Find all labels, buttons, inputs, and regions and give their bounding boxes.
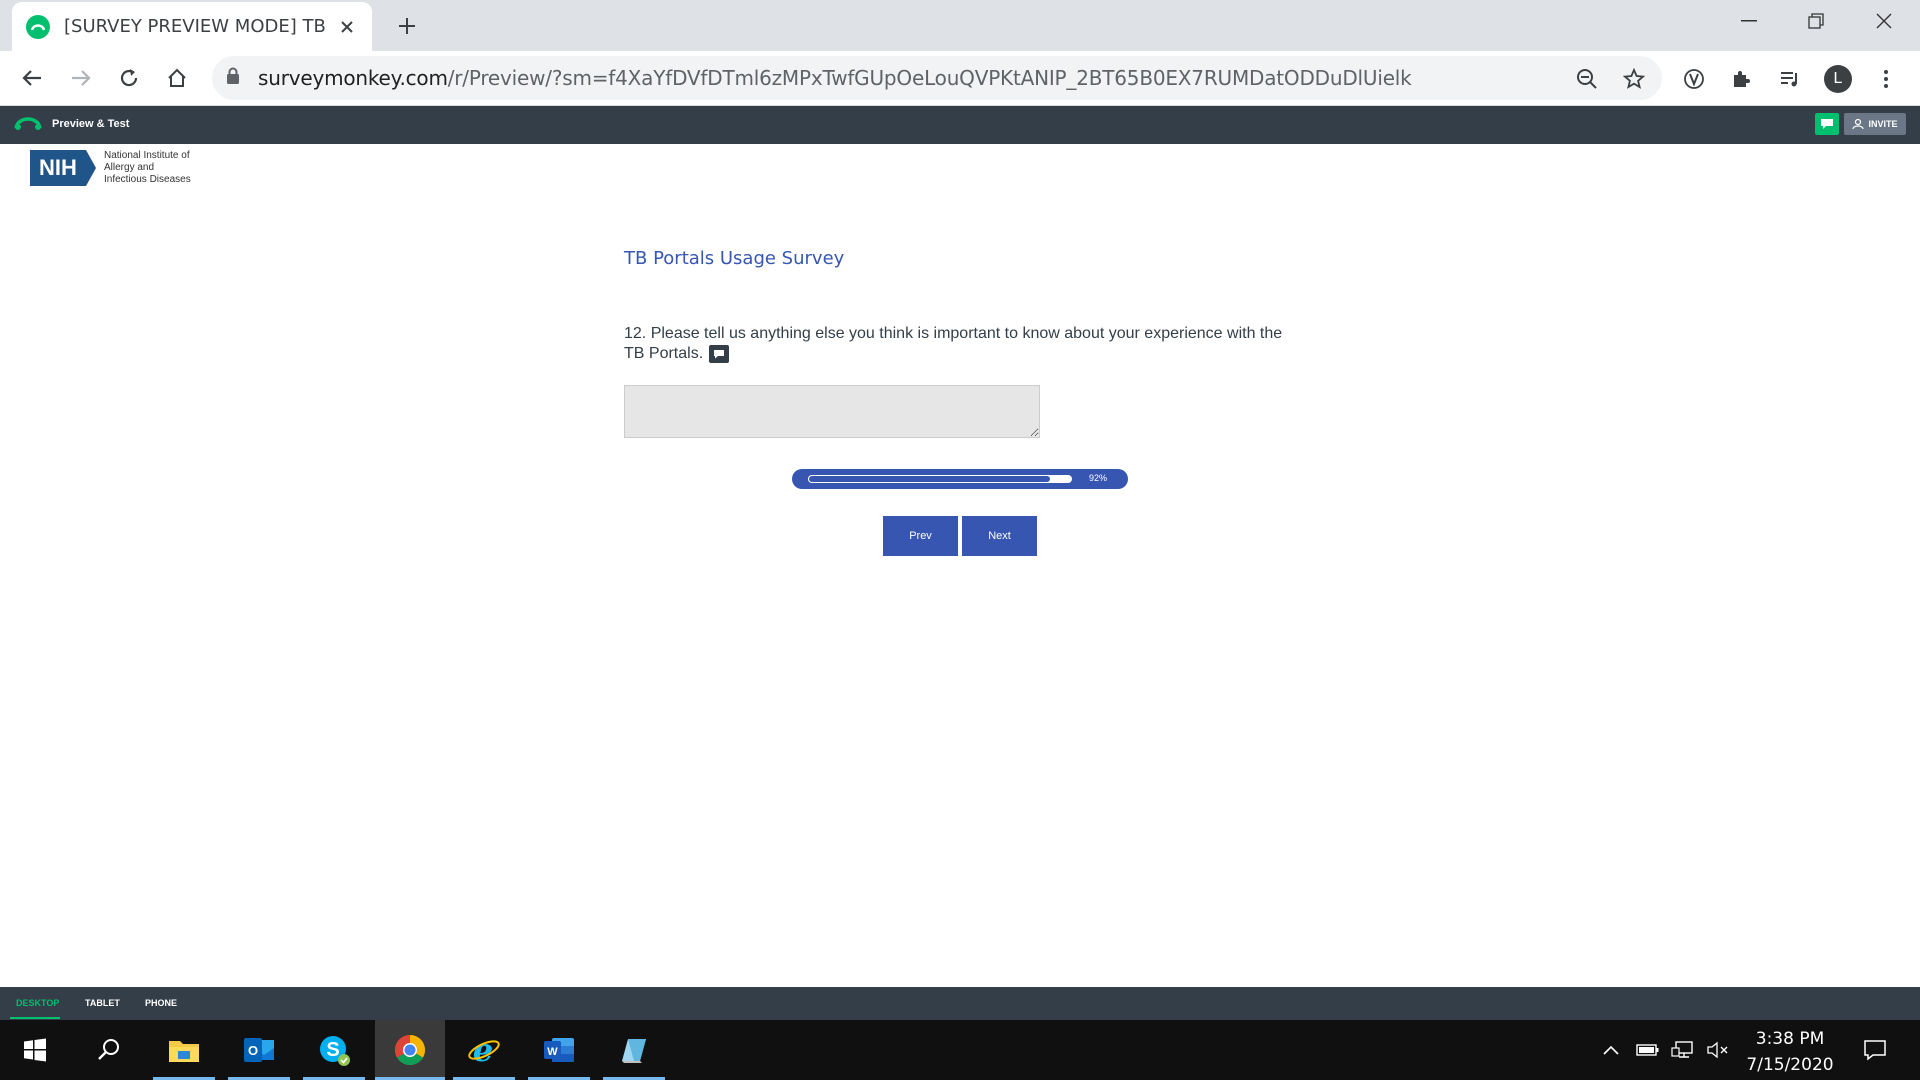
device-desktop-tab[interactable]: DESKTOP xyxy=(16,998,59,1008)
home-icon[interactable] xyxy=(158,59,196,97)
extensions-puzzle-icon[interactable] xyxy=(1725,62,1759,96)
clock-date: 7/15/2020 xyxy=(1746,1055,1834,1075)
restore-window-icon[interactable] xyxy=(1782,0,1850,42)
new-tab-plus-icon[interactable] xyxy=(392,11,422,41)
survey-title: TB Portals Usage Survey xyxy=(624,248,845,269)
svg-text:O: O xyxy=(248,1043,258,1058)
nih-logo: NIH National Institute of Allergy and In… xyxy=(30,150,204,186)
extension-v-icon[interactable] xyxy=(1677,62,1711,96)
file-explorer-icon[interactable] xyxy=(153,1020,215,1080)
surveymonkey-logo-icon xyxy=(14,114,42,133)
show-hidden-icons-chevron-icon[interactable] xyxy=(1598,1020,1624,1080)
skype-icon[interactable]: S xyxy=(303,1020,365,1080)
next-button[interactable]: Next xyxy=(962,516,1037,556)
lock-icon xyxy=(226,67,240,90)
surveymonkey-favicon-icon xyxy=(26,14,50,39)
browser-toolbar: surveymonkey.com/r/Preview/?sm=f4XaYfDVf… xyxy=(0,51,1920,106)
url-text: surveymonkey.com/r/Preview/?sm=f4XaYfDVf… xyxy=(258,66,1412,90)
nih-name-line1: National Institute of xyxy=(104,150,190,161)
preview-brand[interactable]: Preview & Test xyxy=(14,114,129,133)
nih-abbr: NIH xyxy=(30,150,96,186)
network-icon[interactable] xyxy=(1668,1020,1698,1080)
profile-avatar[interactable]: L xyxy=(1821,62,1855,96)
profile-initial: L xyxy=(1824,65,1852,93)
feedback-button[interactable] xyxy=(1815,113,1839,135)
clock-time: 3:38 PM xyxy=(1755,1029,1825,1049)
word-icon[interactable]: W xyxy=(528,1020,590,1080)
battery-icon[interactable] xyxy=(1633,1020,1663,1080)
chat-bubble-icon xyxy=(1821,119,1833,129)
progress-bar: 92% xyxy=(792,469,1128,489)
windows-start-icon[interactable] xyxy=(4,1020,66,1080)
device-tablet-tab[interactable]: TABLET xyxy=(85,998,120,1008)
outlook-icon[interactable]: O xyxy=(228,1020,290,1080)
invite-button[interactable]: INVITE xyxy=(1844,113,1906,135)
search-icon[interactable] xyxy=(78,1020,140,1080)
nih-name-line3: Infectious Diseases xyxy=(104,174,191,185)
progress-track xyxy=(808,475,1072,483)
close-window-icon[interactable] xyxy=(1850,0,1918,42)
minimize-window-icon[interactable] xyxy=(1715,0,1783,42)
url-host: surveymonkey.com xyxy=(258,66,448,90)
svg-text:e: e xyxy=(473,1034,493,1066)
svg-text:S: S xyxy=(326,1039,339,1061)
internet-explorer-icon[interactable]: e xyxy=(453,1020,515,1080)
forward-arrow-icon[interactable] xyxy=(62,59,100,97)
zoom-out-icon[interactable] xyxy=(1570,62,1604,96)
app-crystal-icon[interactable] xyxy=(603,1020,665,1080)
taskbar-clock[interactable]: 3:38 PM 7/15/2020 xyxy=(1735,1026,1845,1078)
browser-tab-bar: [SURVEY PREVIEW MODE] TB Por xyxy=(0,0,1920,51)
preview-header: Preview & Test INVITE xyxy=(0,106,1920,144)
svg-text:W: W xyxy=(547,1046,558,1058)
bookmark-star-icon[interactable] xyxy=(1617,62,1651,96)
active-device-underline xyxy=(10,1017,60,1019)
user-icon xyxy=(1852,118,1865,130)
device-preview-bar: DESKTOP TABLET PHONE xyxy=(0,987,1920,1020)
question-12: 12. Please tell us anything else you thi… xyxy=(624,324,1284,364)
tab-close-icon[interactable] xyxy=(336,16,358,38)
nih-name: National Institute of Allergy and Infect… xyxy=(104,150,204,186)
progress-fill xyxy=(808,475,1051,483)
back-arrow-icon[interactable] xyxy=(13,59,51,97)
action-center-icon[interactable] xyxy=(1853,1020,1897,1080)
volume-muted-icon[interactable] xyxy=(1703,1020,1733,1080)
tab-title: [SURVEY PREVIEW MODE] TB Por xyxy=(64,16,326,37)
preview-mode-label: Preview & Test xyxy=(52,117,130,130)
prev-button[interactable]: Prev xyxy=(883,516,958,556)
menu-kebab-icon[interactable] xyxy=(1869,62,1903,96)
windows-taskbar: O S e W 3:38 PM 7/15/2020 xyxy=(0,1020,1920,1080)
device-phone-tab[interactable]: PHONE xyxy=(145,998,177,1008)
media-queue-icon[interactable] xyxy=(1773,62,1807,96)
invite-label: INVITE xyxy=(1868,119,1898,129)
url-path: /r/Preview/?sm=f4XaYfDVfDTml6zMPxTwfGUpO… xyxy=(447,66,1412,90)
browser-tab[interactable]: [SURVEY PREVIEW MODE] TB Por xyxy=(12,2,372,51)
answer-textarea[interactable] xyxy=(624,385,1040,438)
address-bar[interactable]: surveymonkey.com/r/Preview/?sm=f4XaYfDVf… xyxy=(212,56,1662,100)
reload-icon[interactable] xyxy=(110,59,148,97)
chrome-taskbar-icon[interactable] xyxy=(375,1020,445,1080)
comment-icon[interactable] xyxy=(709,344,730,363)
nih-name-line2: Allergy and xyxy=(104,162,155,173)
progress-percent: 92% xyxy=(1089,473,1108,483)
